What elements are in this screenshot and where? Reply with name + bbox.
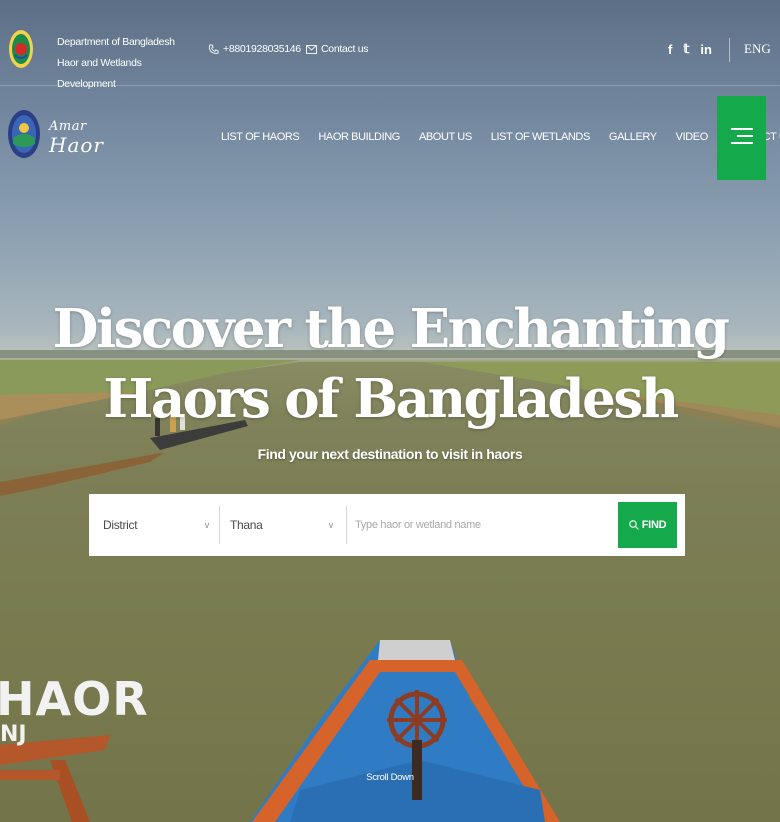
facebook-icon[interactable]: f (668, 42, 672, 57)
topbar-divider (729, 38, 730, 62)
background-sign-text-2: NJ (0, 722, 27, 747)
government-emblem-icon (9, 30, 33, 68)
nav-list-of-haors[interactable]: LIST OF HAORS (221, 131, 300, 143)
site-logo-text[interactable]: Amar Haor (49, 118, 104, 157)
search-divider (219, 506, 220, 544)
contact-us-label: Contact us (321, 43, 369, 55)
nav-gallery[interactable]: GALLERY (609, 131, 657, 143)
haor-search-input[interactable] (355, 506, 615, 544)
scroll-down-link[interactable]: Scroll Down (0, 772, 780, 783)
phone-link[interactable]: +8801928035146 (208, 43, 301, 55)
nav-list-of-wetlands[interactable]: LIST OF WETLANDS (491, 131, 591, 143)
hamburger-menu-button[interactable] (717, 96, 766, 180)
main-navigation: LIST OF HAORS HAOR BUILDING ABOUT US LIS… (221, 131, 780, 143)
chevron-down-icon: v (328, 520, 334, 530)
hero-title-line-1: Discover the Enchanting (52, 298, 730, 360)
mail-icon (306, 44, 317, 54)
social-links: f 𝕥 in (668, 41, 712, 57)
search-icon (629, 520, 639, 530)
hero-title: Discover the Enchanting Haors of Banglad… (0, 294, 780, 434)
phone-icon (208, 43, 219, 54)
chevron-down-icon: v (204, 520, 210, 530)
find-button-label: FIND (641, 519, 667, 531)
logo-line-2: Haor (49, 133, 104, 157)
nav-about-us[interactable]: ABOUT US (419, 131, 472, 143)
district-select[interactable]: District v (103, 506, 209, 544)
linkedin-icon[interactable]: in (700, 42, 712, 57)
thana-select-value: Thana (230, 518, 263, 532)
find-button[interactable]: FIND (618, 502, 677, 548)
hero-title-line-2: Haors of Bangladesh (103, 368, 679, 430)
amar-haor-logo-icon[interactable] (7, 108, 41, 160)
top-bar: Department of Bangladesh Haor and Wetlan… (0, 0, 780, 90)
department-name: Department of Bangladesh Haor and Wetlan… (57, 36, 175, 90)
hero-subtitle: Find your next destination to visit in h… (257, 446, 523, 462)
contact-us-link[interactable]: Contact us (306, 43, 369, 55)
thana-select[interactable]: Thana v (230, 506, 333, 544)
nav-video[interactable]: VIDEO (676, 131, 709, 143)
background-sign-text: HAOR (0, 672, 149, 726)
twitter-icon[interactable]: 𝕥 (683, 41, 689, 57)
nav-haor-building[interactable]: HAOR BUILDING (318, 131, 400, 143)
search-divider (346, 506, 347, 544)
phone-number: +8801928035146 (223, 43, 301, 55)
district-select-value: District (103, 518, 138, 532)
haor-search-bar: District v Thana v FIND (89, 494, 685, 556)
language-switcher[interactable]: ENG (744, 41, 771, 57)
